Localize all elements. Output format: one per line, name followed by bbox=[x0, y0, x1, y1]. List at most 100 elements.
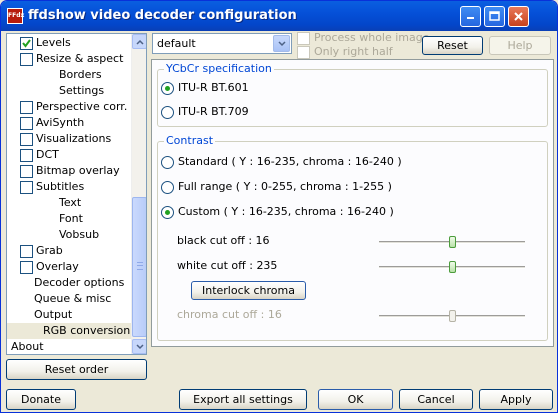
radio-bt709-dot bbox=[161, 106, 174, 119]
sidebar-item-label: Settings bbox=[59, 84, 105, 97]
radio-full-range-label: Full range ( Y : 0-255, chroma : 1-255 ) bbox=[178, 180, 392, 193]
filter-list[interactable]: About RGB conversion Output Queue & misc Dec… bbox=[6, 33, 147, 355]
chevron-down-icon[interactable] bbox=[273, 35, 290, 52]
window-title: ffdshow video decoder configuration bbox=[28, 8, 297, 23]
reset-button[interactable]: Reset bbox=[422, 36, 483, 55]
sidebar-item[interactable]: Decoder options bbox=[7, 275, 133, 291]
sidebar-item[interactable]: Bitmap overlay bbox=[7, 163, 133, 179]
scroll-down-button[interactable] bbox=[132, 339, 146, 354]
sidebar-item-label: Grab bbox=[36, 244, 63, 257]
sidebar-item-label: Vobsub bbox=[59, 228, 100, 241]
chevron-down-icon bbox=[136, 344, 144, 350]
sidebar-item-label: Output bbox=[34, 308, 73, 321]
sidebar-item[interactable]: Borders bbox=[7, 67, 133, 83]
sidebar-item[interactable]: Settings bbox=[7, 83, 133, 99]
sidebar-item[interactable]: AviSynth bbox=[7, 115, 133, 131]
only-right-half-label: Only right half bbox=[314, 45, 393, 58]
sidebar-item-checkbox[interactable] bbox=[20, 149, 33, 162]
sidebar-item-label: Font bbox=[59, 212, 83, 225]
maximize-icon bbox=[489, 11, 500, 21]
minimize-button[interactable] bbox=[460, 6, 481, 27]
preset-select[interactable]: default bbox=[152, 33, 292, 54]
sidebar-item[interactable]: RGB conversion bbox=[7, 323, 133, 339]
chroma-cutoff-slider[interactable] bbox=[379, 310, 525, 322]
sidebar-item[interactable]: DCT bbox=[7, 147, 133, 163]
sidebar-item[interactable]: Overlay bbox=[7, 259, 133, 275]
ycbcr-group-title: YCbCr specification bbox=[164, 62, 274, 75]
close-button[interactable] bbox=[508, 6, 529, 27]
radio-custom-dot bbox=[161, 206, 174, 219]
sidebar-item-checkbox[interactable] bbox=[20, 53, 33, 66]
sidebar-item-checkbox[interactable] bbox=[20, 261, 33, 274]
sidebar-item[interactable]: Output bbox=[7, 307, 133, 323]
chevron-up-icon bbox=[136, 39, 144, 45]
sidebar-item[interactable]: Grab bbox=[7, 243, 133, 259]
sidebar-item-checkbox[interactable] bbox=[20, 165, 33, 178]
sidebar-item[interactable]: Levels bbox=[7, 35, 133, 51]
interlock-chroma-button[interactable]: Interlock chroma bbox=[191, 281, 306, 300]
sidebar-item-label: DCT bbox=[36, 148, 59, 161]
sidebar-item-label: Borders bbox=[59, 68, 102, 81]
sidebar-item-label: Visualizations bbox=[36, 132, 112, 145]
sidebar-item[interactable]: Font bbox=[7, 211, 133, 227]
checkmark-icon bbox=[22, 39, 31, 48]
sidebar-item-label: Overlay bbox=[36, 260, 79, 273]
sidebar-item-checkbox[interactable] bbox=[20, 133, 33, 146]
preset-select-value: default bbox=[157, 37, 196, 50]
sidebar-item[interactable]: Subtitles bbox=[7, 179, 133, 195]
contrast-group: Contrast Standard ( Y : 16-235, chroma :… bbox=[157, 134, 548, 341]
sidebar-item-label: Perspective corr. bbox=[36, 100, 128, 113]
sidebar-item[interactable]: Resize & aspect bbox=[7, 51, 133, 67]
title-bar[interactable]: FFdx ffdshow video decoder configuration bbox=[1, 1, 557, 31]
radio-standard-label: Standard ( Y : 16-235, chroma : 16-240 ) bbox=[178, 155, 402, 168]
sidebar-item[interactable]: Perspective corr. bbox=[7, 99, 133, 115]
ycbcr-group: YCbCr specification ITU-R BT.601 ITU-R B… bbox=[157, 62, 548, 127]
sidebar-item-label: Levels bbox=[36, 36, 71, 49]
donate-button[interactable]: Donate bbox=[6, 389, 76, 410]
white-cutoff-label: white cut off : 235 bbox=[177, 259, 278, 272]
ok-button[interactable]: OK bbox=[318, 389, 393, 410]
sidebar-item-label: AviSynth bbox=[36, 116, 85, 129]
radio-standard-dot bbox=[161, 156, 174, 169]
sidebar-item-checkbox[interactable] bbox=[20, 245, 33, 258]
scroll-thumb[interactable] bbox=[132, 197, 146, 337]
sidebar-item-checkbox[interactable] bbox=[20, 181, 33, 194]
white-cutoff-slider[interactable] bbox=[379, 261, 525, 273]
chroma-cutoff-label: chroma cut off : 16 bbox=[177, 308, 282, 321]
black-cutoff-label: black cut off : 16 bbox=[177, 234, 270, 247]
help-button[interactable]: Help bbox=[489, 36, 551, 55]
scroll-up-button[interactable] bbox=[132, 34, 146, 49]
sidebar-item-checkbox[interactable] bbox=[20, 37, 33, 50]
chroma-cutoff-thumb[interactable] bbox=[449, 310, 456, 322]
radio-custom-label: Custom ( Y : 16-235, chroma : 16-240 ) bbox=[178, 205, 394, 218]
filter-list-scrollbar[interactable] bbox=[131, 34, 146, 354]
sidebar-item-label: Text bbox=[59, 196, 82, 209]
process-whole-image-label: Process whole image bbox=[314, 31, 430, 44]
black-cutoff-thumb[interactable] bbox=[449, 236, 456, 248]
sidebar-item-checkbox[interactable] bbox=[20, 117, 33, 130]
sidebar-item[interactable]: Queue & misc bbox=[7, 291, 133, 307]
radio-bt601-dot bbox=[161, 82, 174, 95]
sidebar-item[interactable]: Visualizations bbox=[7, 131, 133, 147]
sidebar-item-label: Decoder options bbox=[34, 276, 125, 289]
black-cutoff-slider[interactable] bbox=[379, 236, 525, 248]
app-icon: FFdx bbox=[7, 8, 24, 24]
sidebar-item-checkbox[interactable] bbox=[20, 101, 33, 114]
radio-full-range-dot bbox=[161, 181, 174, 194]
cancel-button[interactable]: Cancel bbox=[399, 389, 473, 410]
sidebar-item[interactable]: About bbox=[7, 339, 133, 354]
sidebar-item[interactable]: Text bbox=[7, 195, 133, 211]
sidebar-item[interactable]: Vobsub bbox=[7, 227, 133, 243]
rgb-conversion-panel: YCbCr specification ITU-R BT.601 ITU-R B… bbox=[151, 59, 554, 347]
sidebar-item-label: Resize & aspect bbox=[36, 52, 124, 65]
white-cutoff-thumb[interactable] bbox=[449, 261, 456, 273]
reset-order-button[interactable]: Reset order bbox=[6, 359, 147, 380]
sidebar-item-label: Subtitles bbox=[36, 180, 85, 193]
maximize-button[interactable] bbox=[484, 6, 505, 27]
minimize-icon bbox=[467, 17, 474, 19]
contrast-group-title: Contrast bbox=[164, 134, 216, 147]
export-settings-button[interactable]: Export all settings bbox=[179, 389, 307, 410]
apply-button[interactable]: Apply bbox=[479, 389, 553, 410]
sidebar-item-label: About bbox=[11, 340, 44, 353]
radio-bt709-label: ITU-R BT.709 bbox=[178, 105, 249, 118]
